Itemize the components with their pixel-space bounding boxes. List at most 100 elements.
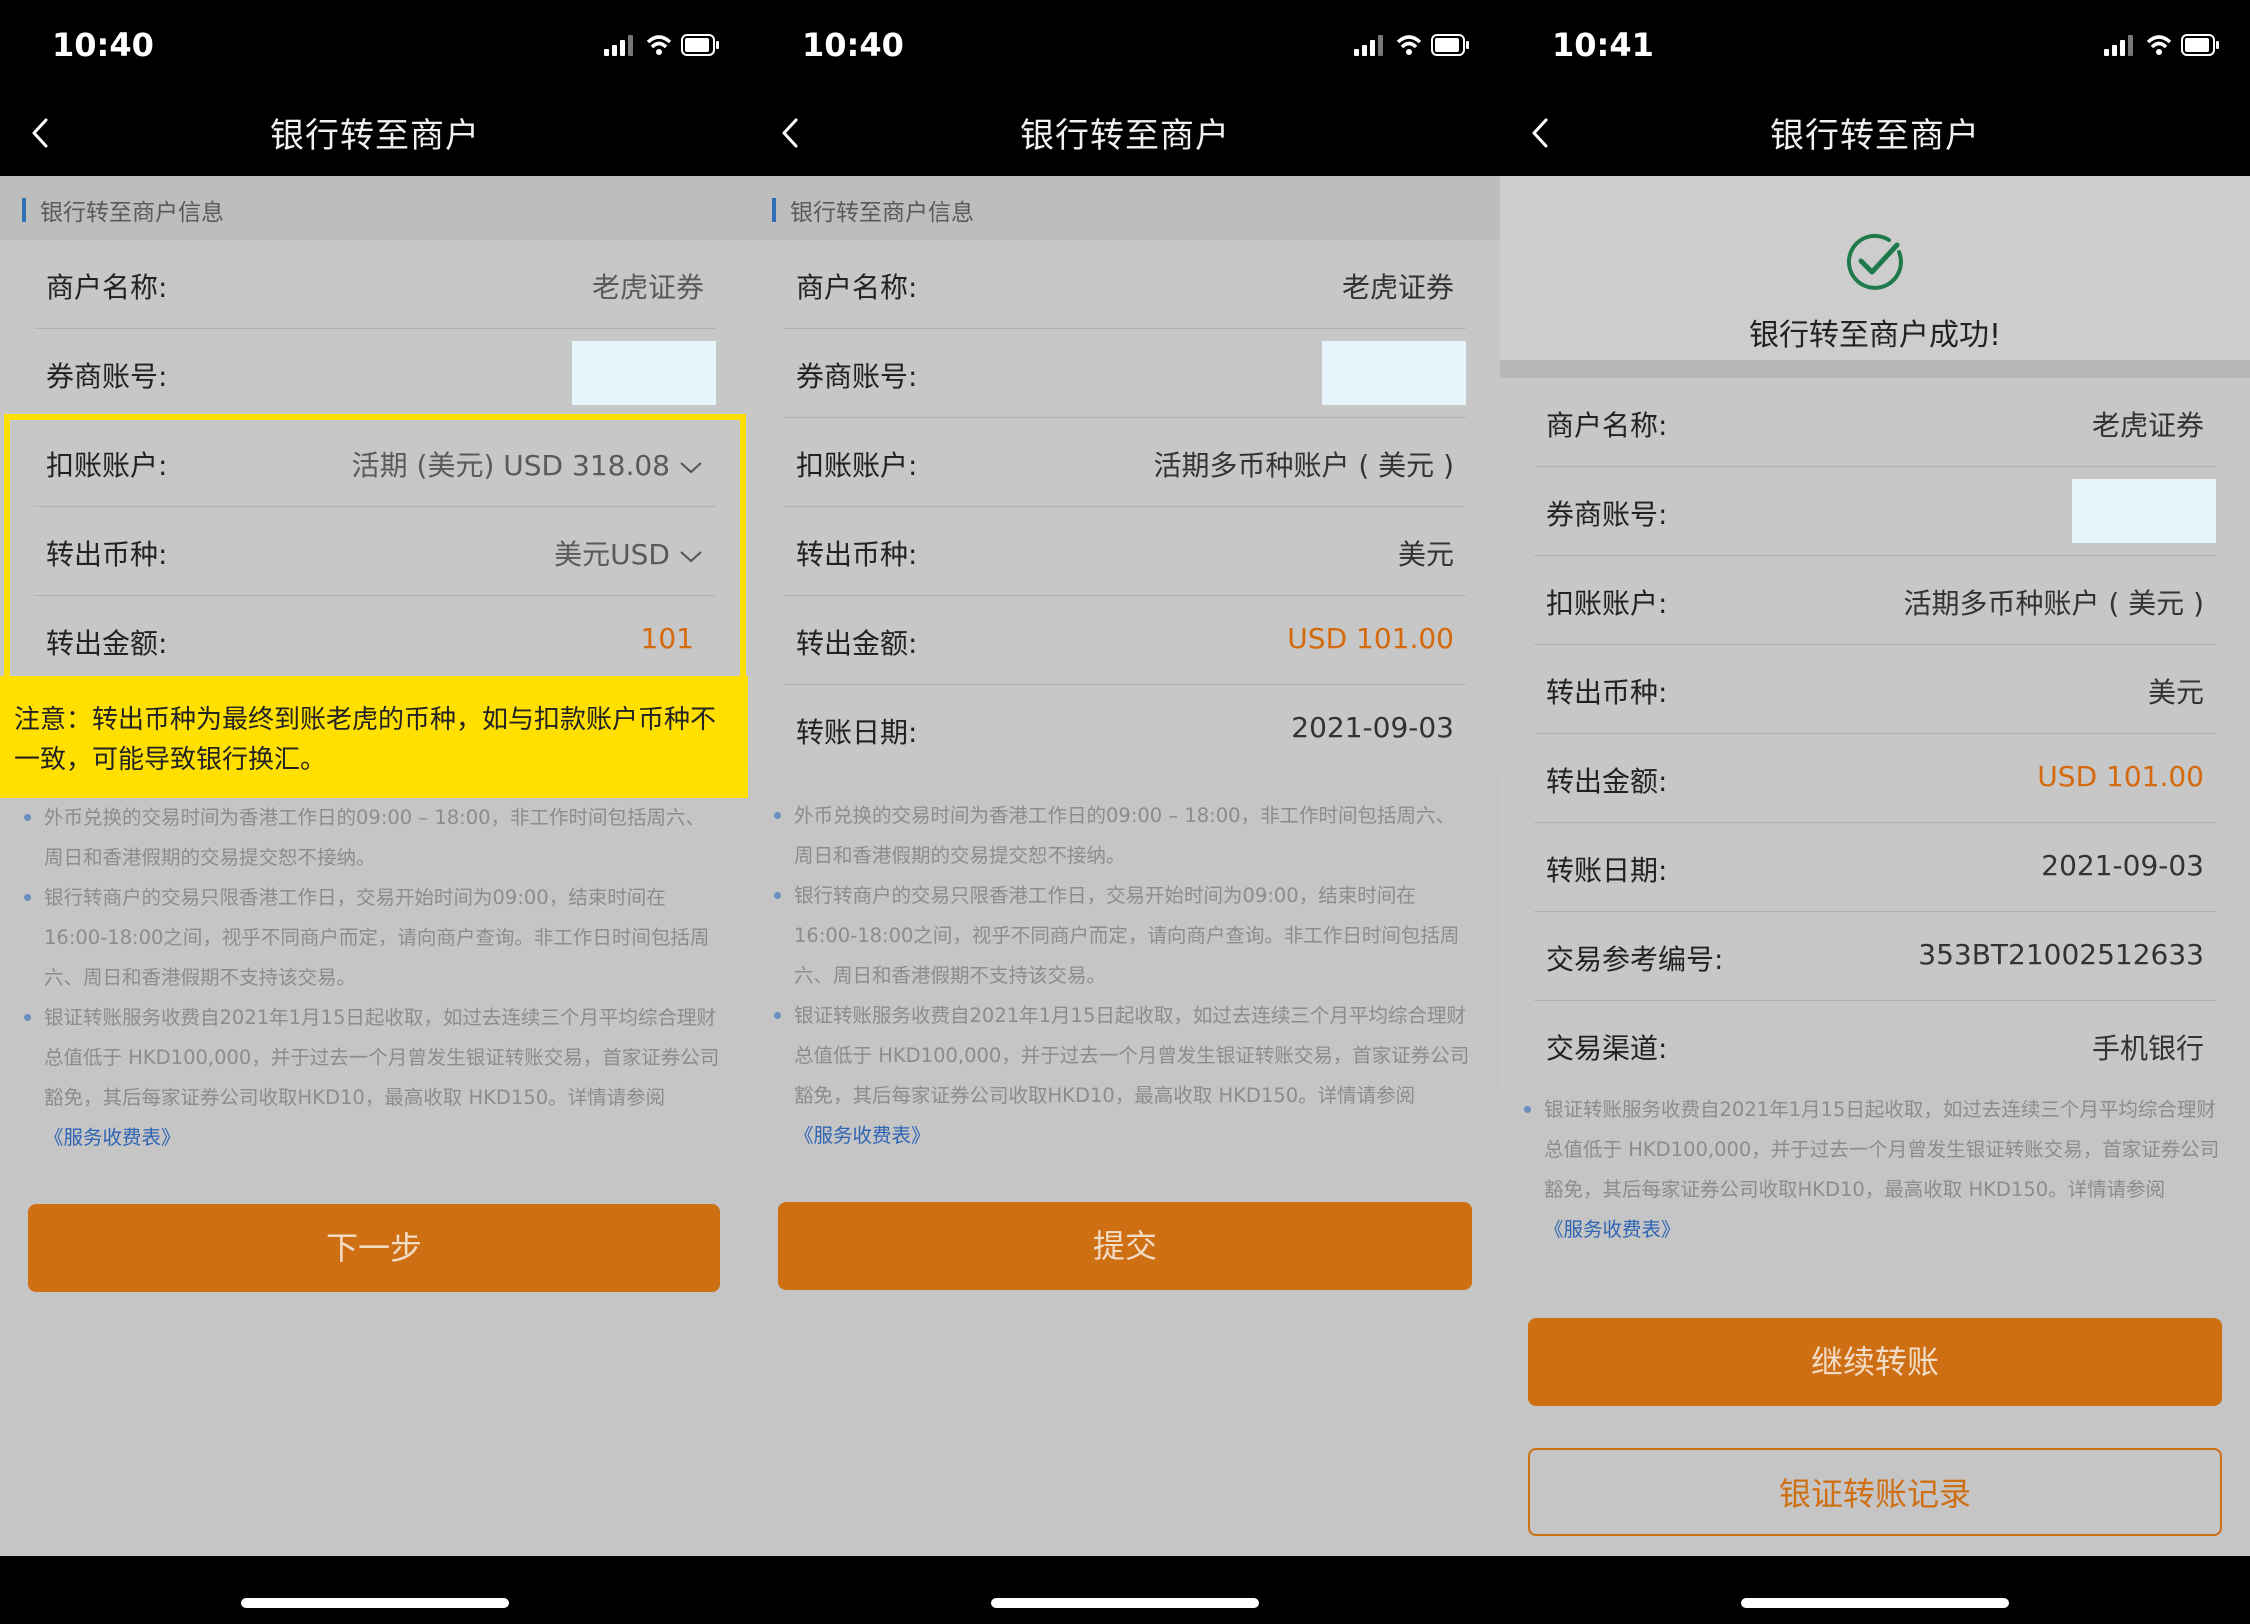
section-accent-bar [772, 198, 776, 222]
fee-schedule-link[interactable]: 《服务收费表》 [1544, 1218, 1681, 1241]
row-label: 转账日期: [796, 716, 918, 749]
section-title: 银行转至商户信息 [790, 200, 974, 226]
panel-success: 10:41 银行转至商户 银行转至商户成功! 商户名称: 老虎证券 券商账号: … [1500, 0, 2250, 1624]
section-header: 银行转至商户信息 [750, 176, 1500, 240]
amount-row: 转出金额: USD 101.00 [784, 596, 1466, 685]
notes-list: 外币兑换的交易时间为香港工作日的09:00 – 18:00，非工作时间包括周六、… [0, 798, 750, 1158]
note-item: 银行转商户的交易只限香港工作日，交易开始时间为09:00，结束时间在16:00-… [774, 876, 1474, 996]
debit-account-value: 活期多币种账户 ( 美元 ) [1903, 587, 2204, 620]
status-time: 10:41 [1552, 26, 1654, 64]
reference-number-row: 交易参考编号: 353BT21002512633 [1534, 912, 2216, 1001]
status-bar: 10:41 [1500, 0, 2250, 90]
currency-row: 转出币种: 美元 [784, 507, 1466, 596]
fee-schedule-link[interactable]: 《服务收费表》 [794, 1124, 931, 1147]
debit-account-value: 活期多币种账户 ( 美元 ) [1153, 449, 1454, 482]
callout-text: 注意：转出币种为最终到账老虎的币种，如与扣款账户币种不一致，可能导致银行换汇。 [14, 705, 717, 775]
panel-input: 10:40 银行转至商户 银行转至商户信息 商户名称: 老虎证券 券商账号: 扣… [0, 0, 750, 1624]
panel-confirm: 10:40 银行转至商户 银行转至商户信息 商户名称: 老虎证券 券商账号: 扣… [750, 0, 1500, 1624]
bullet-dot [774, 812, 781, 819]
broker-account-row: 券商账号: [34, 329, 716, 418]
confirm-rows: 商户名称: 老虎证券 券商账号: 扣账账户: 活期多币种账户 ( 美元 ) 转出… [750, 240, 1500, 773]
broker-account-masked [2072, 479, 2216, 543]
currency-row: 转出币种: 美元 [1534, 645, 2216, 734]
amount-value: USD 101.00 [2037, 760, 2204, 793]
success-banner: 银行转至商户成功! [1500, 176, 2250, 360]
currency-warning-callout: 注意：转出币种为最终到账老虎的币种，如与扣款账户币种不一致，可能导致银行换汇。 [0, 676, 748, 798]
note-item: 外币兑换的交易时间为香港工作日的09:00 – 18:00，非工作时间包括周六、… [774, 796, 1474, 876]
row-label: 扣账账户: [796, 449, 918, 482]
status-bar: 10:40 [750, 0, 1500, 90]
nav-bar: 银行转至商户 [750, 90, 1500, 176]
section-title: 银行转至商户信息 [40, 200, 224, 226]
notes-list: 银证转账服务收费自2021年1月15日起收取，如过去连续三个月平均综合理财总值低… [1500, 1090, 2250, 1250]
home-indicator[interactable] [1741, 1598, 2009, 1608]
nav-bar: 银行转至商户 [1500, 90, 2250, 176]
transfer-date-row: 转账日期: 2021-09-03 [784, 685, 1466, 773]
amount-value: USD 101.00 [1287, 622, 1454, 655]
status-bar: 10:40 [0, 0, 750, 90]
page-title: 银行转至商户 [1770, 116, 1980, 156]
currency-value: 美元 [1397, 538, 1454, 571]
transfer-date-row: 转账日期: 2021-09-03 [1534, 823, 2216, 912]
bullet-dot [24, 894, 31, 901]
section-header: 银行转至商户信息 [0, 176, 750, 240]
note-item: 银行转商户的交易只限香港工作日，交易开始时间为09:00，结束时间在16:00-… [24, 878, 724, 998]
form-content: 银行转至商户信息 商户名称: 老虎证券 券商账号: 扣账账户: 活期 (美元) … [0, 176, 750, 1556]
row-label: 券商账号: [46, 360, 168, 393]
note-item: 外币兑换的交易时间为香港工作日的09:00 – 18:00，非工作时间包括周六、… [24, 798, 724, 878]
fee-schedule-link[interactable]: 《服务收费表》 [44, 1126, 181, 1149]
merchant-name-row: 商户名称: 老虎证券 [34, 240, 716, 329]
status-icons [604, 32, 722, 62]
row-label: 商户名称: [796, 271, 918, 304]
status-time: 10:40 [802, 26, 904, 64]
row-label: 交易渠道: [1546, 1032, 1668, 1065]
row-label: 转出币种: [796, 538, 918, 571]
next-step-button[interactable]: 下一步 [28, 1204, 720, 1292]
nav-bar: 银行转至商户 [0, 90, 750, 176]
page-title: 银行转至商户 [1020, 116, 1230, 156]
note-item: 银证转账服务收费自2021年1月15日起收取，如过去连续三个月平均综合理财总值低… [24, 998, 724, 1158]
transfer-records-button[interactable]: 银证转账记录 [1528, 1448, 2222, 1536]
transfer-date-value: 2021-09-03 [1291, 711, 1454, 744]
result-rows: 商户名称: 老虎证券 券商账号: 扣账账户: 活期多币种账户 ( 美元 ) 转出… [1500, 378, 2250, 1089]
bullet-dot [24, 1014, 31, 1021]
currency-value: 美元 [2147, 676, 2204, 709]
broker-account-masked [572, 341, 716, 405]
bullet-dot [774, 1012, 781, 1019]
bullet-dot [24, 814, 31, 821]
row-label: 转出金额: [1546, 765, 1668, 798]
notes-list: 外币兑换的交易时间为香港工作日的09:00 – 18:00，非工作时间包括周六、… [750, 796, 1500, 1156]
broker-account-masked [1322, 341, 1466, 405]
signal-wifi-battery-icon [1354, 34, 1469, 56]
merchant-name-value: 老虎证券 [2091, 409, 2204, 442]
page-title: 银行转至商户 [270, 116, 480, 156]
amount-row: 转出金额: USD 101.00 [1534, 734, 2216, 823]
home-indicator[interactable] [241, 1598, 509, 1608]
status-time: 10:40 [52, 26, 154, 64]
channel-value: 手机银行 [2091, 1032, 2204, 1065]
debit-account-row: 扣账账户: 活期多币种账户 ( 美元 ) [784, 418, 1466, 507]
success-content: 银行转至商户成功! 商户名称: 老虎证券 券商账号: 扣账账户: 活期多币种账户… [1500, 176, 2250, 1556]
merchant-name-value: 老虎证券 [591, 271, 704, 304]
broker-account-row: 券商账号: [1534, 467, 2216, 556]
success-message: 银行转至商户成功! [1748, 318, 2002, 353]
merchant-name-row: 商户名称: 老虎证券 [1534, 378, 2216, 467]
status-icons [2104, 32, 2222, 62]
signal-wifi-battery-icon [2104, 34, 2219, 56]
note-item: 银证转账服务收费自2021年1月15日起收取，如过去连续三个月平均综合理财总值低… [774, 996, 1474, 1156]
row-label: 转出金额: [796, 627, 918, 660]
row-label: 商户名称: [1546, 409, 1668, 442]
reference-number-value: 353BT21002512633 [1918, 938, 2204, 971]
status-icons [1354, 32, 1472, 62]
bullet-dot [774, 892, 781, 899]
continue-transfer-button[interactable]: 继续转账 [1528, 1318, 2222, 1406]
broker-account-row: 券商账号: [784, 329, 1466, 418]
merchant-name-value: 老虎证券 [1341, 271, 1454, 304]
row-label: 券商账号: [1546, 498, 1668, 531]
home-indicator[interactable] [991, 1598, 1259, 1608]
merchant-name-row: 商户名称: 老虎证券 [784, 240, 1466, 329]
transfer-date-value: 2021-09-03 [2041, 849, 2204, 882]
submit-button[interactable]: 提交 [778, 1202, 1472, 1290]
divider [1500, 360, 2250, 378]
signal-wifi-battery-icon [604, 34, 719, 56]
